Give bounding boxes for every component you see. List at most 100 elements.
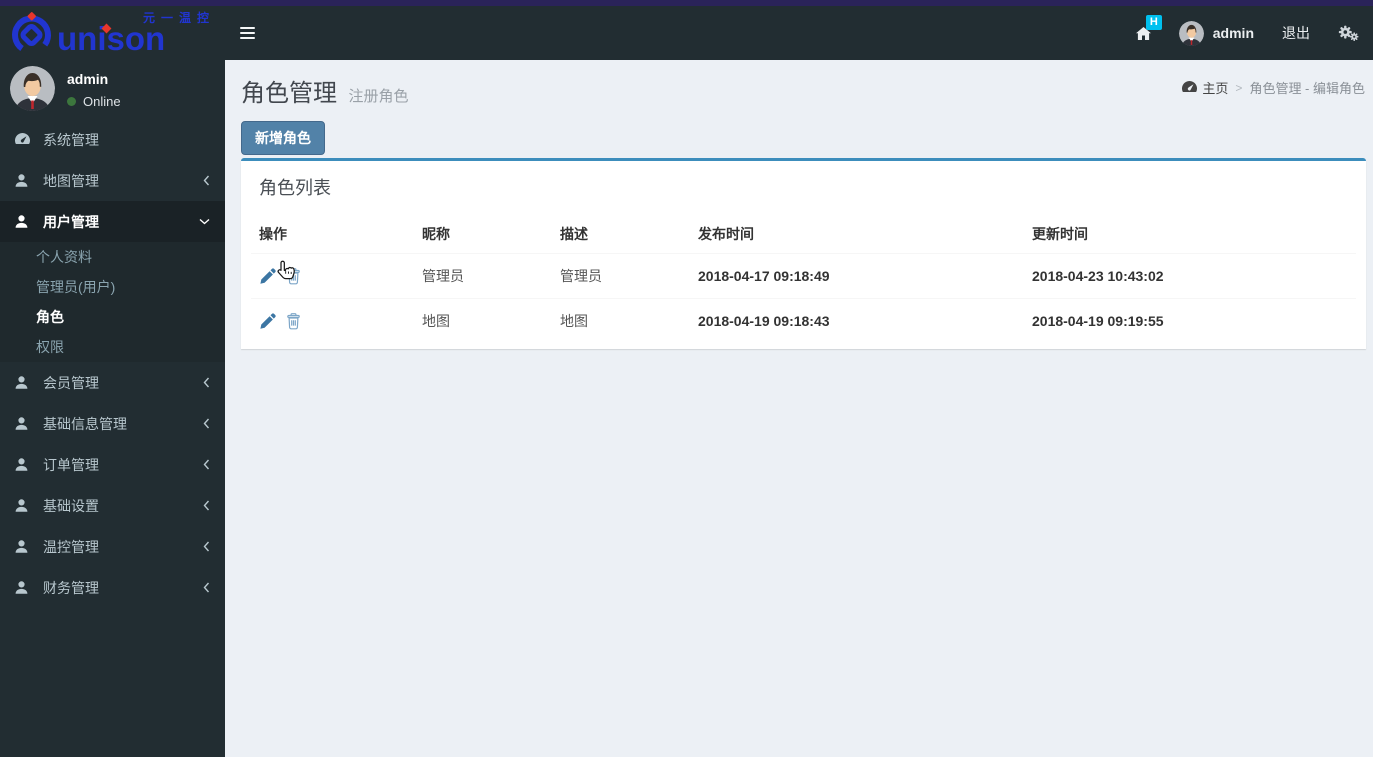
sidebar-item-permissions[interactable]: 权限 (0, 332, 225, 362)
sidebar-toggle-button[interactable] (240, 27, 255, 39)
user-icon (15, 499, 36, 512)
col-header-actions: 操作 (259, 226, 287, 242)
logout-label: 退出 (1282, 25, 1310, 41)
sidebar-item-label: 温控管理 (43, 538, 99, 555)
user-icon (15, 417, 36, 430)
brand-tagline: 元一温控 (142, 11, 215, 25)
roles-table: 操作 昵称 描述 发布时间 更新时间 管理员 管理员 2018-04-17 09… (251, 215, 1356, 343)
col-header-description: 描述 (560, 226, 588, 242)
chevron-left-icon (203, 175, 210, 186)
pencil-icon (260, 313, 276, 329)
user-icon (15, 215, 36, 228)
cell-nickname: 地图 (414, 298, 552, 343)
sidebar-submenu-user-mgmt: 个人资料 管理员(用户) 角色 权限 (0, 242, 225, 362)
cell-description: 管理员 (552, 253, 690, 299)
submenu-item-label: 管理员(用户) (36, 279, 116, 295)
top-accent-strip (0, 0, 1373, 6)
table-row: 管理员 管理员 2018-04-17 09:18:49 2018-04-23 1… (251, 253, 1356, 299)
navbar-user-menu[interactable]: admin (1165, 6, 1268, 60)
navbar-username: admin (1212, 25, 1254, 41)
home-badge: H (1145, 15, 1162, 30)
cell-updated: 2018-04-19 09:19:55 (1024, 298, 1356, 343)
user-status[interactable]: Online (67, 94, 121, 109)
table-row: 地图 地图 2018-04-19 09:18:43 2018-04-19 09:… (251, 298, 1356, 343)
sidebar: admin Online 系统管理 地图管理 用户管理 个人资料 管理员(用户)… (0, 60, 225, 757)
page-subtitle: 注册角色 (348, 88, 409, 105)
sidebar-user-panel: admin Online (0, 60, 225, 111)
brand-logo[interactable]: unison 元一温控 (0, 6, 225, 60)
sidebar-item-order-mgmt[interactable]: 订单管理 (0, 444, 225, 485)
content-header: 角色管理 注册角色 主页 > 角色管理 - 编辑角色 (225, 60, 1373, 108)
chevron-left-icon (203, 418, 210, 429)
avatar (10, 66, 55, 111)
edit-button[interactable] (259, 313, 276, 330)
brand-swirl-icon (12, 12, 52, 55)
sidebar-item-basic-settings[interactable]: 基础设置 (0, 485, 225, 526)
role-list-box: 角色列表 操作 昵称 描述 发布时间 更新时间 管理员 管理员 2018-04-… (241, 158, 1366, 349)
sidebar-menu: 系统管理 地图管理 用户管理 个人资料 管理员(用户) 角色 权限 会员管理 基… (0, 119, 225, 608)
settings-button[interactable] (1324, 6, 1373, 60)
cell-published: 2018-04-19 09:18:43 (690, 298, 1024, 343)
sidebar-item-admins[interactable]: 管理员(用户) (0, 272, 225, 302)
breadcrumb-home-label: 主页 (1202, 81, 1229, 96)
sidebar-item-member-mgmt[interactable]: 会员管理 (0, 362, 225, 403)
sidebar-item-label: 订单管理 (43, 456, 99, 473)
sidebar-item-user-mgmt[interactable]: 用户管理 (0, 201, 225, 242)
chevron-left-icon (203, 541, 210, 552)
sidebar-item-map-mgmt[interactable]: 地图管理 (0, 160, 225, 201)
status-label: Online (83, 94, 121, 109)
brand-name: unison (57, 20, 166, 57)
sidebar-item-label: 基础设置 (43, 497, 99, 514)
sidebar-item-label: 系统管理 (43, 131, 99, 148)
online-status-icon (67, 97, 76, 106)
dashboard-icon (15, 133, 36, 146)
col-header-nickname: 昵称 (422, 226, 450, 242)
toolbar: 新增角色 (225, 108, 1373, 155)
chevron-down-icon (199, 218, 210, 225)
edit-button[interactable] (259, 268, 276, 285)
sidebar-item-label: 地图管理 (43, 172, 99, 189)
breadcrumb: 主页 > 角色管理 - 编辑角色 (1182, 78, 1365, 97)
sidebar-item-temp-control-mgmt[interactable]: 温控管理 (0, 526, 225, 567)
page-title: 角色管理 (241, 80, 337, 107)
submenu-item-label: 个人资料 (36, 249, 92, 265)
sidebar-item-label: 财务管理 (43, 579, 99, 596)
breadcrumb-current: 角色管理 - 编辑角色 (1249, 81, 1365, 96)
user-icon (15, 376, 36, 389)
main-content: 角色管理 注册角色 主页 > 角色管理 - 编辑角色 新增角色 角色列表 操作 (225, 60, 1373, 757)
sidebar-item-basic-info-mgmt[interactable]: 基础信息管理 (0, 403, 225, 444)
breadcrumb-home-link[interactable]: 主页 (1182, 78, 1228, 97)
chevron-left-icon (203, 500, 210, 511)
delete-button[interactable] (286, 267, 301, 285)
dashboard-icon (1182, 81, 1198, 92)
cell-published: 2018-04-17 09:18:49 (690, 253, 1024, 299)
sidebar-item-roles[interactable]: 角色 (0, 302, 225, 332)
logout-button[interactable]: 退出 (1268, 6, 1324, 60)
sidebar-item-profile[interactable]: 个人资料 (0, 242, 225, 272)
pencil-icon (260, 268, 276, 284)
box-title: 角色列表 (259, 178, 331, 198)
cell-nickname: 管理员 (414, 253, 552, 299)
cell-updated: 2018-04-23 10:43:02 (1024, 253, 1356, 299)
chevron-left-icon (203, 459, 210, 470)
top-navbar: H admin 退出 (225, 6, 1373, 60)
trash-icon (287, 267, 300, 284)
submenu-item-label: 权限 (36, 339, 64, 355)
avatar (1178, 20, 1204, 46)
user-icon (15, 581, 36, 594)
col-header-updated: 更新时间 (1032, 226, 1088, 242)
add-role-button[interactable]: 新增角色 (241, 121, 325, 155)
user-icon (15, 174, 36, 187)
submenu-item-label: 角色 (36, 309, 64, 325)
app-window: unison 元一温控 H admin 退出 admin Online 系统管理… (0, 0, 1373, 757)
home-notification-item[interactable]: H (1122, 6, 1165, 60)
delete-button[interactable] (286, 312, 301, 330)
sidebar-item-label: 会员管理 (43, 374, 99, 391)
chevron-left-icon (203, 377, 210, 388)
gears-icon (1338, 25, 1359, 41)
user-icon (15, 540, 36, 553)
sidebar-item-system-mgmt[interactable]: 系统管理 (0, 119, 225, 160)
sidebar-item-label: 基础信息管理 (43, 415, 127, 432)
sidebar-item-finance-mgmt[interactable]: 财务管理 (0, 567, 225, 608)
sidebar-item-label: 用户管理 (43, 213, 99, 230)
